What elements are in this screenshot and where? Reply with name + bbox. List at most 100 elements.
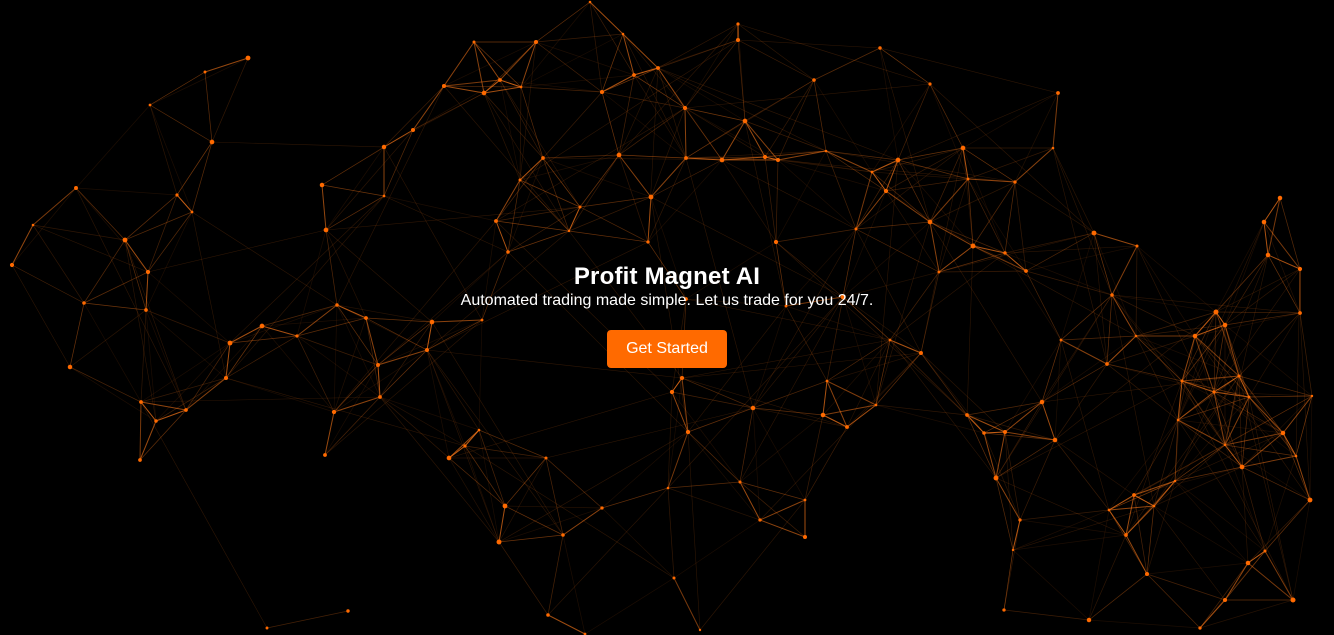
network-node bbox=[1237, 374, 1241, 378]
network-line bbox=[1019, 509, 1110, 521]
network-line bbox=[601, 507, 675, 579]
network-line bbox=[759, 519, 806, 538]
network-node bbox=[960, 145, 966, 151]
network-node bbox=[965, 413, 969, 417]
network-line bbox=[929, 83, 964, 149]
network-line bbox=[1004, 232, 1095, 254]
network-node bbox=[599, 89, 605, 95]
network-node bbox=[1176, 418, 1180, 422]
network-node bbox=[223, 375, 229, 381]
network-line bbox=[191, 141, 213, 213]
hero-content: Profit Magnet AI Automated trading made … bbox=[0, 262, 1334, 368]
network-line bbox=[140, 401, 268, 629]
network-line bbox=[498, 507, 603, 543]
network-line bbox=[499, 79, 603, 93]
network-line bbox=[211, 57, 249, 143]
network-line bbox=[1014, 92, 1059, 183]
network-node bbox=[203, 70, 207, 74]
network-node bbox=[600, 506, 604, 510]
network-line bbox=[1088, 573, 1148, 621]
network-line bbox=[650, 159, 723, 198]
network-line bbox=[1019, 439, 1056, 521]
network-node bbox=[870, 170, 874, 174]
network-line bbox=[777, 79, 815, 161]
network-node bbox=[1091, 230, 1097, 236]
network-node bbox=[477, 428, 481, 432]
network-line bbox=[542, 91, 603, 159]
hero-section: Profit Magnet AI Automated trading made … bbox=[0, 0, 1334, 635]
network-line bbox=[650, 107, 686, 198]
network-node bbox=[966, 177, 970, 181]
network-line bbox=[739, 481, 806, 501]
network-node bbox=[496, 539, 502, 545]
network-node bbox=[175, 193, 179, 197]
network-line bbox=[875, 404, 968, 416]
network-node bbox=[410, 127, 416, 133]
network-line bbox=[777, 159, 857, 230]
network-line bbox=[775, 228, 857, 243]
network-line bbox=[618, 67, 659, 156]
network-line bbox=[495, 206, 581, 222]
network-line bbox=[498, 457, 547, 543]
network-line bbox=[673, 519, 761, 579]
network-line bbox=[1146, 573, 1201, 629]
get-started-button[interactable]: Get Started bbox=[607, 330, 727, 368]
network-node bbox=[561, 533, 565, 537]
network-node bbox=[1245, 560, 1251, 566]
network-node bbox=[1294, 454, 1298, 458]
network-line bbox=[498, 541, 549, 616]
network-line bbox=[1004, 401, 1043, 433]
network-line bbox=[618, 154, 652, 198]
network-line bbox=[962, 147, 974, 247]
network-line bbox=[426, 349, 564, 536]
network-node bbox=[758, 518, 762, 522]
network-line bbox=[1014, 181, 1095, 234]
network-line bbox=[967, 178, 1016, 183]
network-line bbox=[684, 107, 746, 122]
network-line bbox=[11, 224, 34, 266]
network-line bbox=[601, 91, 687, 159]
network-line bbox=[379, 396, 500, 543]
network-line bbox=[542, 157, 581, 208]
network-line bbox=[32, 224, 126, 241]
network-line bbox=[885, 190, 940, 273]
network-line bbox=[75, 104, 151, 189]
network-line bbox=[1004, 181, 1016, 254]
network-node bbox=[1280, 430, 1286, 436]
network-node bbox=[502, 503, 508, 509]
network-node bbox=[74, 186, 78, 190]
network-node bbox=[323, 227, 329, 233]
network-line bbox=[885, 190, 974, 247]
network-line bbox=[721, 159, 777, 243]
network-node bbox=[1247, 395, 1251, 399]
network-node bbox=[148, 103, 152, 107]
network-line bbox=[325, 146, 385, 231]
network-line bbox=[140, 401, 157, 422]
network-line bbox=[1199, 562, 1249, 629]
network-line bbox=[1019, 519, 1127, 536]
network-node bbox=[1052, 437, 1058, 443]
network-line bbox=[483, 92, 570, 232]
network-node bbox=[494, 219, 498, 223]
network-line bbox=[535, 41, 635, 76]
network-line bbox=[967, 178, 974, 247]
network-line bbox=[379, 396, 466, 447]
network-node bbox=[802, 534, 808, 540]
network-node bbox=[812, 78, 816, 82]
network-line bbox=[1106, 363, 1215, 393]
network-node bbox=[498, 78, 502, 82]
network-node bbox=[265, 626, 269, 630]
network-line bbox=[124, 194, 178, 241]
network-node bbox=[1002, 429, 1008, 435]
network-line bbox=[777, 159, 887, 192]
network-line bbox=[1041, 401, 1056, 441]
network-node bbox=[656, 66, 660, 70]
network-line bbox=[775, 159, 779, 243]
network-line bbox=[225, 377, 335, 413]
network-node bbox=[825, 379, 829, 383]
network-line bbox=[499, 79, 544, 159]
network-node bbox=[446, 455, 452, 461]
network-line bbox=[1003, 609, 1090, 621]
network-node bbox=[803, 498, 807, 502]
network-node bbox=[190, 210, 194, 214]
